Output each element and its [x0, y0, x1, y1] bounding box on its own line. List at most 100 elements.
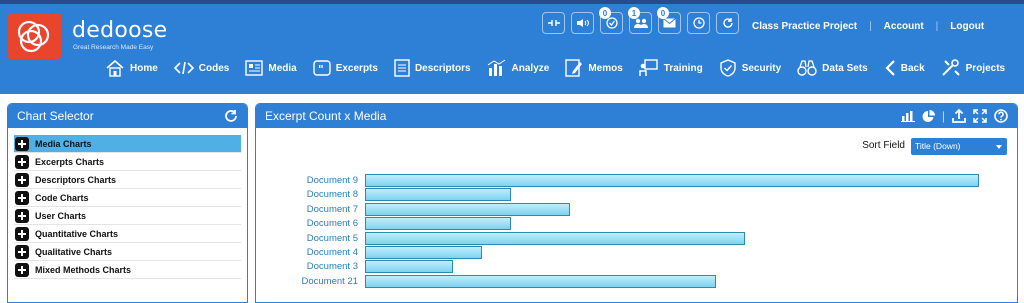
chart-category-quantitative[interactable]: Quantitative Charts	[14, 225, 241, 243]
chart-category-label: Qualitative Charts	[35, 246, 113, 257]
bar[interactable]	[365, 246, 482, 259]
top-links: Class Practice Project | Account | Logou…	[752, 21, 984, 32]
memo-icon	[565, 59, 583, 77]
chart-category-label: Mixed Methods Charts	[35, 264, 132, 275]
nav-projects[interactable]: Projects	[941, 53, 1005, 83]
help-icon[interactable]	[994, 109, 1008, 123]
chart-category-media[interactable]: Media Charts	[14, 135, 241, 153]
check-circle-icon[interactable]: 0	[599, 7, 623, 34]
nav-data-sets[interactable]: Data Sets	[797, 53, 868, 83]
nav-excerpts[interactable]: " Excerpts	[313, 53, 378, 83]
nav-security[interactable]: Security	[719, 53, 781, 83]
chart-selector-panel: Chart Selector Media Charts Excerpts Cha…	[7, 103, 248, 303]
chart-category-label: Code Charts	[35, 192, 89, 203]
check-badge: 0	[599, 7, 611, 19]
nav-training[interactable]: Training	[639, 53, 703, 83]
logout-link[interactable]: Logout	[950, 21, 984, 32]
chart-selector-list: Media Charts Excerpts Charts Descriptors…	[8, 128, 247, 279]
bar[interactable]	[365, 217, 512, 231]
nav-data-sets-label: Data Sets	[822, 62, 868, 74]
bar-chart-icon[interactable]	[900, 110, 915, 122]
bar-row: Document 9	[256, 174, 1017, 188]
users-badge: 1	[628, 7, 640, 19]
bar-row: Document 7	[256, 202, 1017, 217]
chart-category-qualitative[interactable]: Qualitative Charts	[14, 243, 241, 261]
bar-category-label[interactable]: Document 7	[307, 204, 358, 215]
bar-category-label[interactable]: Document 9	[307, 175, 358, 186]
toolbar-icon-row: 0 1 0	[542, 7, 739, 34]
expand-plus-icon[interactable]	[15, 136, 29, 151]
keyboard-shortcuts-icon[interactable]	[542, 12, 565, 34]
svg-text:": "	[318, 63, 324, 76]
mail-icon[interactable]: 0	[657, 7, 681, 34]
audio-icon[interactable]	[571, 12, 594, 34]
chart-category-descriptors[interactable]: Descriptors Charts	[14, 171, 241, 189]
bar-row: Document 6	[256, 217, 1017, 231]
nav-back[interactable]: Back	[884, 53, 925, 83]
nav-back-label: Back	[900, 62, 925, 74]
nav-memos-label: Memos	[588, 62, 623, 74]
nav-descriptors[interactable]: Descriptors	[394, 53, 471, 83]
code-icon	[173, 61, 194, 75]
expand-plus-icon[interactable]	[15, 208, 29, 223]
chart-selector-title: Chart Selector	[17, 109, 94, 123]
nav-media[interactable]: Media	[245, 53, 297, 83]
expand-plus-icon[interactable]	[15, 262, 29, 277]
chevron-down-icon	[996, 145, 1002, 149]
nav-codes[interactable]: Codes	[173, 53, 229, 83]
bar[interactable]	[365, 202, 570, 216]
export-icon[interactable]	[952, 109, 966, 123]
expand-plus-icon[interactable]	[15, 190, 29, 205]
chart-panel-header: Excerpt Count x Media |	[256, 104, 1017, 128]
expand-plus-icon[interactable]	[15, 244, 29, 259]
bar-category-label[interactable]: Document 8	[307, 189, 358, 200]
tools-icon	[941, 59, 960, 76]
expand-icon[interactable]	[973, 109, 987, 123]
refresh-icon[interactable]	[716, 12, 739, 34]
bar[interactable]	[365, 260, 453, 274]
bar-category-label[interactable]: Document 4	[307, 247, 358, 258]
sort-field-select[interactable]: Title (Down)	[911, 138, 1007, 155]
nav-home[interactable]: Home	[105, 53, 158, 83]
chart-selector-header: Chart Selector	[8, 104, 247, 128]
bar-category-label[interactable]: Document 21	[301, 276, 358, 287]
pie-chart-icon[interactable]	[922, 109, 935, 123]
nav-training-label: Training	[663, 62, 703, 74]
nav-memos[interactable]: Memos	[565, 53, 623, 83]
chart-icon	[487, 59, 505, 76]
expand-plus-icon[interactable]	[15, 172, 29, 187]
chart-category-label: Media Charts	[35, 138, 92, 149]
project-link[interactable]: Class Practice Project	[752, 21, 857, 32]
chart-category-excerpts[interactable]: Excerpts Charts	[14, 153, 241, 171]
mail-badge: 0	[657, 7, 669, 19]
nav-projects-label: Projects	[965, 62, 1006, 74]
nav-home-label: Home	[130, 62, 158, 74]
users-icon[interactable]: 1	[628, 7, 652, 34]
binoculars-icon	[797, 60, 817, 76]
brand-tagline: Great Research Made Easy	[73, 44, 154, 51]
bar[interactable]	[365, 274, 716, 288]
chart-category-user[interactable]: User Charts	[14, 207, 241, 225]
bar[interactable]	[365, 174, 979, 187]
account-link[interactable]: Account	[884, 21, 924, 32]
bar[interactable]	[365, 188, 512, 202]
bar-category-label[interactable]: Document 3	[307, 261, 358, 272]
chart-category-code[interactable]: Code Charts	[14, 189, 241, 207]
expand-plus-icon[interactable]	[15, 154, 29, 169]
bar[interactable]	[365, 231, 746, 245]
dedoose-logo[interactable]	[8, 13, 61, 59]
tool-separator: |	[941, 109, 945, 123]
bar-category-label[interactable]: Document 5	[307, 233, 358, 244]
refresh-icon[interactable]	[224, 109, 238, 123]
home-icon	[106, 59, 124, 77]
bar-category-label[interactable]: Document 6	[307, 218, 358, 229]
chart-category-label: User Charts	[35, 210, 87, 221]
clock-icon[interactable]	[687, 12, 710, 34]
nav-analyze[interactable]: Analyze	[487, 53, 549, 83]
nav-descriptors-label: Descriptors	[414, 62, 471, 74]
nav-media-label: Media	[268, 62, 297, 74]
separator: |	[869, 21, 872, 32]
expand-plus-icon[interactable]	[15, 226, 29, 241]
main-nav: Home Codes Media " Excerpts Descriptors …	[105, 53, 1021, 83]
chart-category-mixed-methods[interactable]: Mixed Methods Charts	[14, 261, 241, 279]
